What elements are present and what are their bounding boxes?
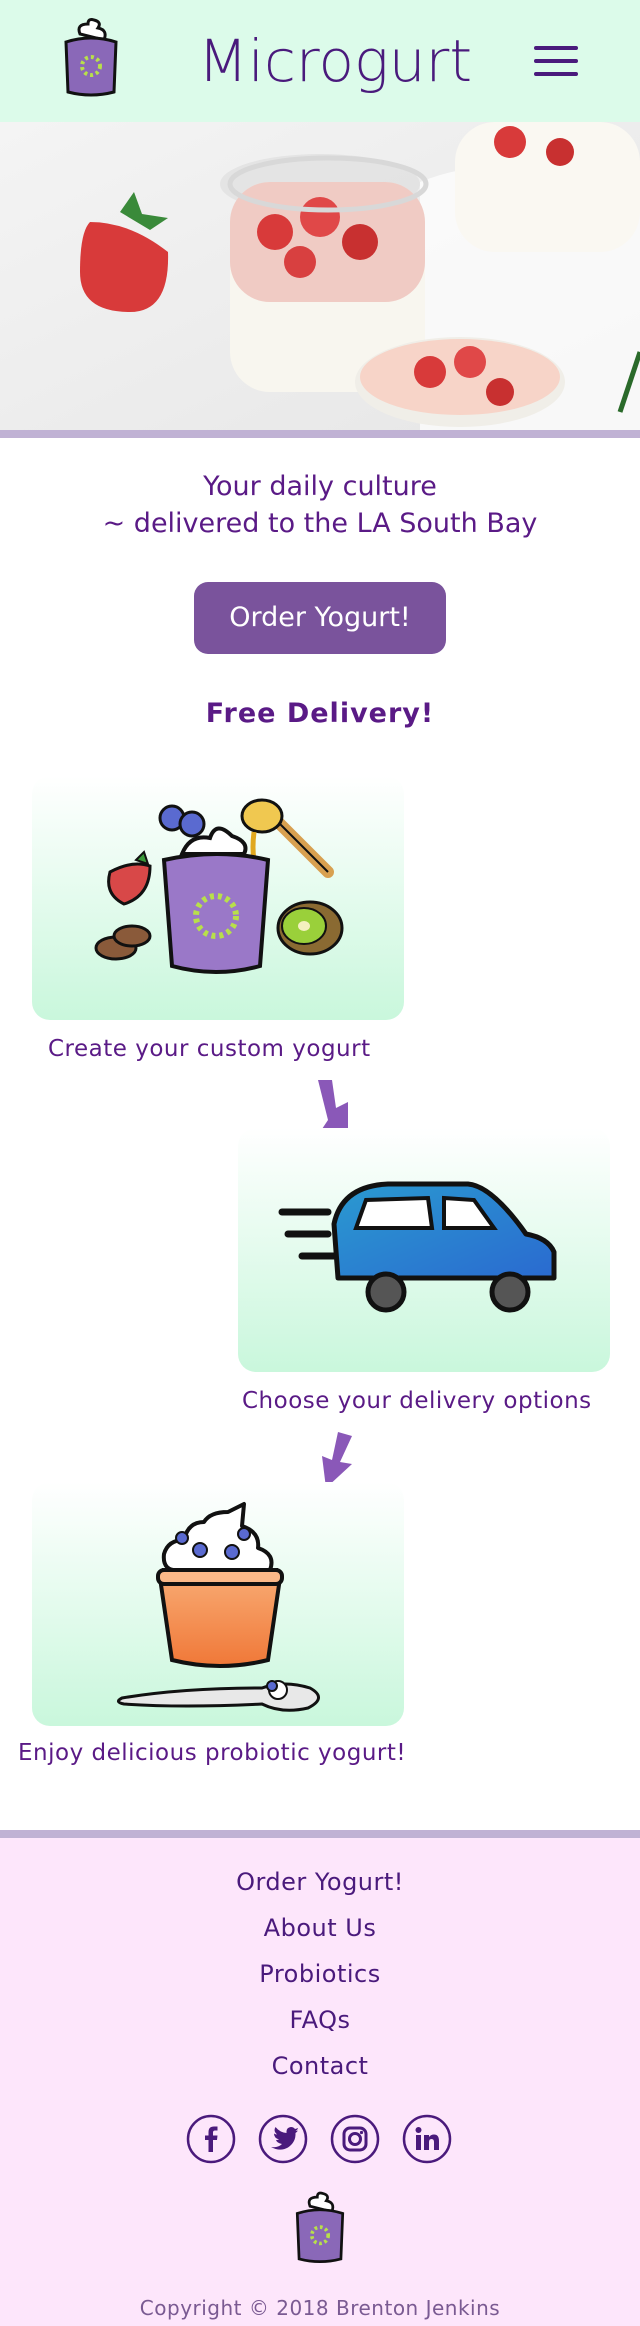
- brand-title[interactable]: Microgurt: [180, 22, 490, 100]
- footer-divider: [0, 1830, 640, 1838]
- copyright: Copyright © 2018 Brenton Jenkins: [139, 2296, 501, 2320]
- footer-link-faqs[interactable]: FAQs: [0, 2006, 640, 2034]
- footer-link-probiotics[interactable]: Probiotics: [0, 1960, 640, 1988]
- hero-image: [0, 122, 640, 430]
- footer-link-about[interactable]: About Us: [0, 1914, 640, 1942]
- free-delivery-label: Free Delivery!: [205, 698, 435, 729]
- footer-link-order[interactable]: Order Yogurt!: [0, 1868, 640, 1896]
- logo-icon[interactable]: [58, 18, 124, 98]
- step-delivery-card: [238, 1128, 610, 1372]
- car-icon: [278, 1181, 557, 1313]
- footer-logo-icon[interactable]: [290, 2186, 350, 2270]
- step-create-label: Create your custom yogurt: [48, 1036, 371, 1062]
- hero-divider: [0, 430, 640, 438]
- facebook-icon[interactable]: [186, 2114, 236, 2164]
- site-header: Microgurt: [0, 0, 640, 122]
- footer-link-contact[interactable]: Contact: [0, 2052, 640, 2080]
- tagline-line-1: Your daily culture: [203, 471, 437, 502]
- frozen-yogurt-icon: [117, 1502, 320, 1712]
- linkedin-icon[interactable]: [402, 2114, 452, 2164]
- step-enjoy-card: [32, 1482, 404, 1726]
- instagram-icon[interactable]: [330, 2114, 380, 2164]
- order-yogurt-button[interactable]: Order Yogurt!: [194, 582, 446, 654]
- step-delivery-label: Choose your delivery options: [242, 1388, 592, 1414]
- tagline: Your daily culture ~ delivered to the LA…: [0, 468, 640, 542]
- step-create-card: [32, 776, 404, 1020]
- arrow-down-icon: [322, 1432, 352, 1488]
- hamburger-menu-icon[interactable]: [534, 46, 578, 78]
- twitter-icon[interactable]: [258, 2114, 308, 2164]
- tagline-line-2: ~ delivered to the LA South Bay: [102, 508, 538, 539]
- yogurt-toppings-icon: [94, 798, 344, 974]
- step-enjoy-label: Enjoy delicious probiotic yogurt!: [18, 1740, 407, 1766]
